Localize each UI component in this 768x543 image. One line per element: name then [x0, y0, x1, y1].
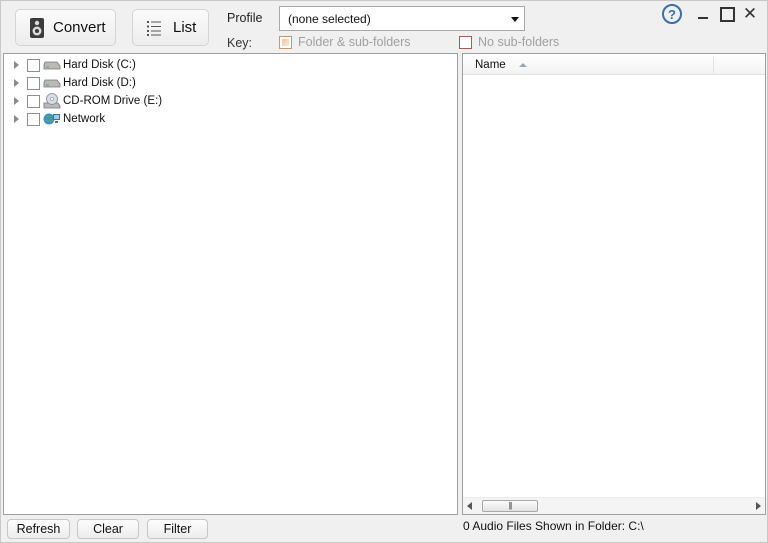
scroll-left-icon[interactable] [467, 502, 472, 510]
list-icon [147, 20, 161, 36]
clear-button[interactable]: Clear [77, 519, 139, 539]
list-header: Name [463, 54, 765, 75]
network-icon [43, 112, 61, 126]
tree-item-label: Network [63, 113, 106, 125]
help-icon[interactable]: ? [662, 4, 682, 24]
chevron-down-icon [511, 17, 519, 22]
column-separator[interactable] [713, 56, 714, 73]
expand-arrow-icon[interactable] [14, 97, 19, 105]
scroll-right-icon[interactable] [756, 502, 761, 510]
cdrom-icon [43, 93, 61, 109]
sort-ascending-icon [519, 63, 527, 67]
list-button[interactable]: List [132, 9, 209, 46]
horizontal-scrollbar[interactable]: ||| [463, 497, 765, 514]
profile-dropdown-value: (none selected) [288, 11, 371, 26]
hard-disk-icon [43, 76, 61, 90]
app-window: Convert List Profile (none selected) Key… [0, 0, 768, 543]
folder-tree[interactable]: Hard Disk (C:) Hard Disk (D:) CD-ROM Dri… [3, 53, 458, 515]
tree-checkbox[interactable] [27, 112, 40, 126]
key-nosub-swatch [459, 35, 472, 49]
tree-item-label: CD-ROM Drive (E:) [63, 95, 163, 107]
minimize-icon[interactable] [695, 4, 711, 24]
close-icon[interactable]: ✕ [742, 4, 758, 24]
tree-item-label: Hard Disk (D:) [63, 77, 136, 89]
profile-label: Profile [227, 11, 263, 25]
convert-button[interactable]: Convert [15, 9, 116, 46]
refresh-button[interactable]: Refresh [7, 519, 70, 539]
scrollbar-thumb[interactable]: ||| [482, 500, 538, 512]
maximize-icon[interactable] [719, 4, 735, 24]
file-list[interactable]: Name ||| [462, 53, 766, 515]
tree-item-hard-disk-d[interactable]: Hard Disk (D:) [4, 74, 136, 92]
hard-disk-icon [43, 58, 61, 72]
tree-item-cdrom-e[interactable]: CD-ROM Drive (E:) [4, 92, 162, 110]
status-text: 0 Audio Files Shown in Folder: C:\ [463, 519, 644, 533]
speaker-icon [29, 17, 45, 39]
key-folder-subfolders: Folder & sub-folders [279, 35, 411, 49]
expand-arrow-icon[interactable] [14, 61, 19, 69]
column-header-name[interactable]: Name [475, 59, 506, 71]
expand-arrow-icon[interactable] [14, 115, 19, 123]
tree-checkbox[interactable] [27, 94, 40, 108]
convert-button-label: Convert [53, 19, 106, 36]
expand-arrow-icon[interactable] [14, 79, 19, 87]
tree-checkbox[interactable] [27, 58, 40, 72]
tree-item-network[interactable]: Network [4, 110, 105, 128]
list-button-label: List [173, 19, 197, 36]
tree-item-hard-disk-c[interactable]: Hard Disk (C:) [4, 56, 136, 74]
key-no-subfolders: No sub-folders [459, 35, 559, 49]
key-label: Key: [227, 36, 253, 50]
tree-item-label: Hard Disk (C:) [63, 59, 136, 71]
filter-button[interactable]: Filter [147, 519, 208, 539]
key-nosub-label: No sub-folders [478, 35, 560, 49]
key-folder-swatch [279, 35, 292, 49]
profile-dropdown[interactable]: (none selected) [279, 6, 525, 31]
tree-checkbox[interactable] [27, 76, 40, 90]
key-folder-label: Folder & sub-folders [298, 35, 411, 49]
